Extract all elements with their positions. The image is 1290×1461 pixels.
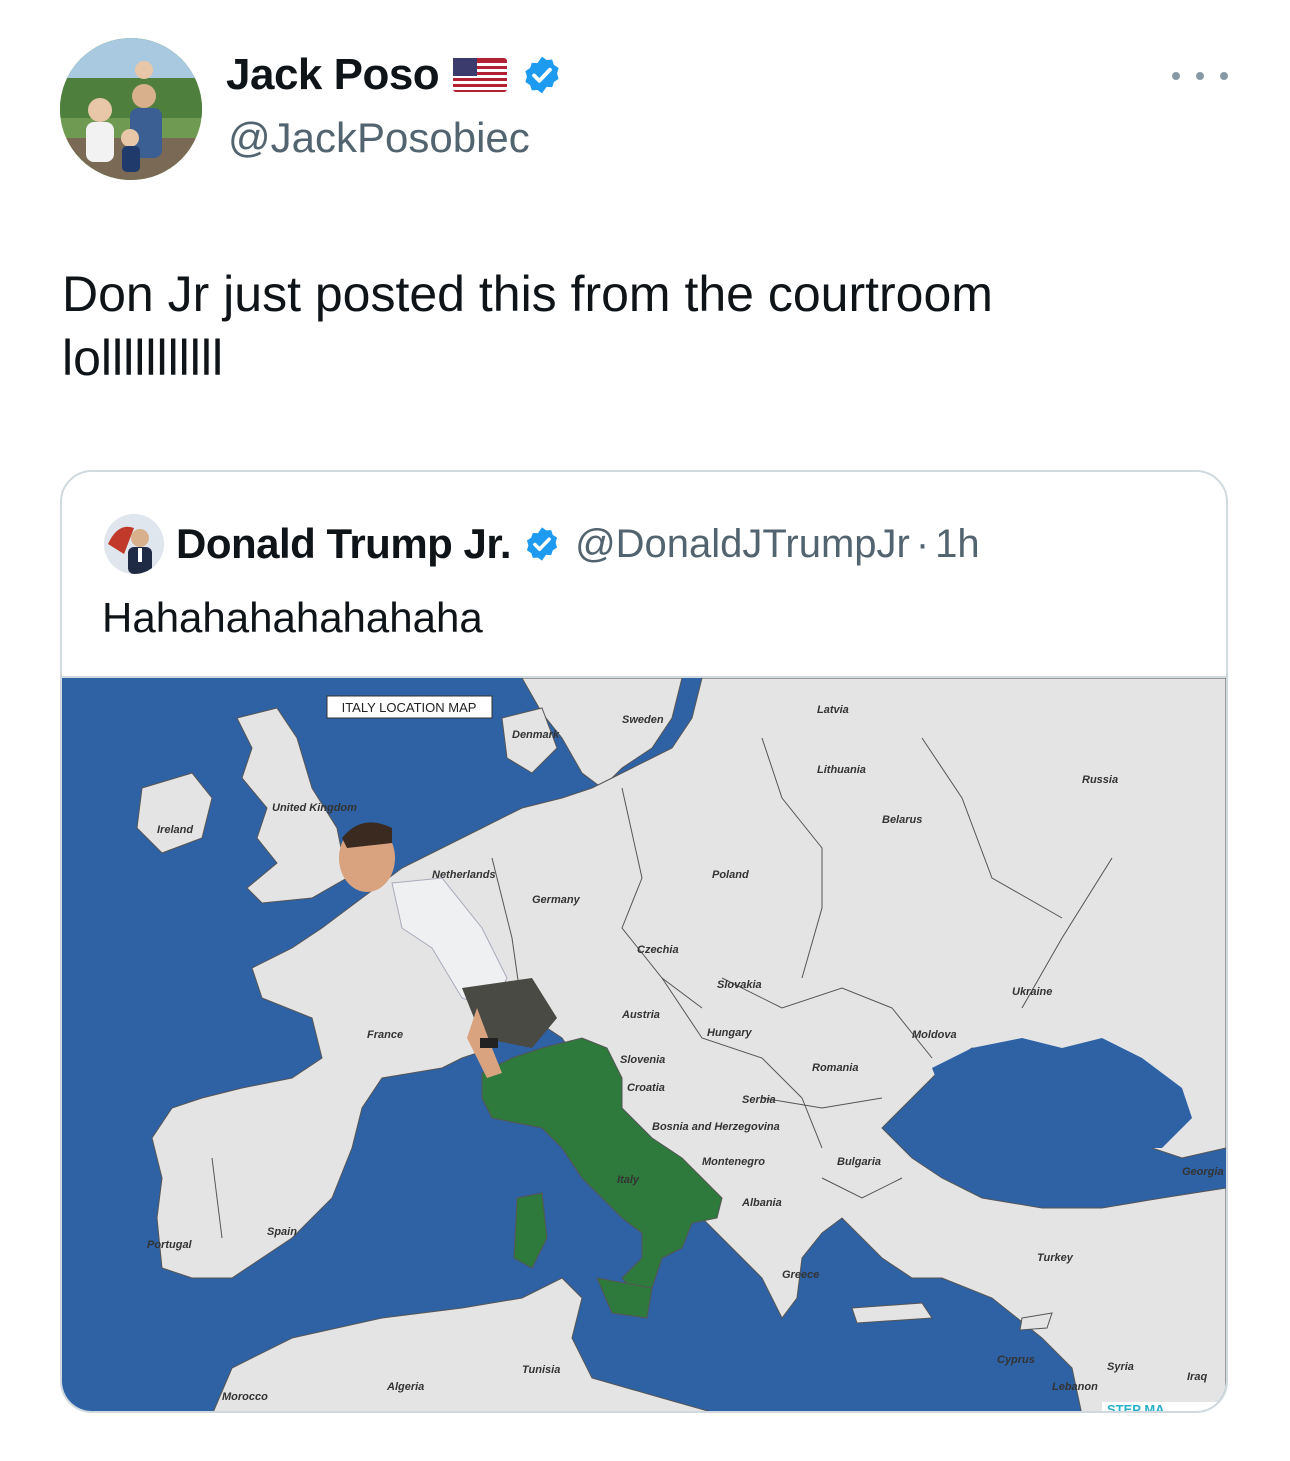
author-avatar-photo — [60, 38, 202, 180]
label-latvia: Latvia — [817, 704, 849, 716]
quoted-timestamp[interactable]: 1h — [935, 522, 980, 567]
label-ireland: Ireland — [157, 824, 193, 836]
label-bulgaria: Bulgaria — [837, 1156, 881, 1168]
quoted-tweet-text: Hahahahahahahaha — [102, 594, 483, 641]
label-ukraine: Ukraine — [1012, 986, 1052, 998]
label-slovakia: Slovakia — [717, 979, 762, 991]
label-poland: Poland — [712, 869, 749, 881]
us-flag-icon — [453, 58, 508, 92]
label-uk: United Kingdom — [272, 802, 357, 814]
author-handle[interactable]: @JackPosobiec — [228, 114, 530, 162]
author-avatar[interactable] — [60, 38, 202, 180]
verified-badge-icon — [525, 56, 559, 94]
more-dot — [1172, 72, 1180, 80]
label-albania: Albania — [741, 1197, 782, 1209]
label-montenegro: Montenegro — [702, 1156, 765, 1168]
more-icon[interactable] — [1172, 64, 1228, 88]
label-spain: Spain — [267, 1226, 297, 1238]
separator-dot: · — [915, 521, 930, 566]
quoted-author-name[interactable]: Donald Trump Jr. — [176, 520, 512, 568]
label-portugal: Portugal — [147, 1239, 193, 1251]
label-lebanon: Lebanon — [1052, 1381, 1098, 1393]
label-lithuania: Lithuania — [817, 764, 866, 776]
author-name[interactable]: Jack Poso — [226, 50, 440, 100]
label-morocco: Morocco — [222, 1391, 268, 1403]
more-dot — [1196, 72, 1204, 80]
label-croatia: Croatia — [627, 1082, 665, 1094]
label-sweden: Sweden — [622, 714, 664, 726]
label-france: France — [367, 1029, 403, 1041]
label-syria: Syria — [1107, 1361, 1134, 1373]
label-tunisia: Tunisia — [522, 1364, 560, 1376]
quoted-header: Donald Trump Jr. @DonaldJTrumpJr · 1h — [176, 516, 980, 572]
label-greece: Greece — [782, 1269, 819, 1281]
label-czechia: Czechia — [637, 944, 679, 956]
label-romania: Romania — [812, 1062, 858, 1074]
label-belarus: Belarus — [882, 814, 922, 826]
label-iraq: Iraq — [1187, 1371, 1207, 1383]
label-cyprus: Cyprus — [997, 1354, 1035, 1366]
map-watermark: STEP MA — [1107, 1402, 1165, 1413]
tweet-text: Don Jr just posted this from the courtro… — [62, 266, 993, 386]
italy-location-map: ITALY LOCATION MAP Ireland United Kingdo… — [62, 678, 1226, 1413]
map-title: ITALY LOCATION MAP — [342, 700, 477, 715]
label-austria: Austria — [621, 1009, 660, 1021]
label-serbia: Serbia — [742, 1094, 776, 1106]
label-italy: Italy — [617, 1174, 640, 1186]
label-turkey: Turkey — [1037, 1252, 1074, 1264]
label-russia: Russia — [1082, 774, 1118, 786]
quoted-tweet-card[interactable]: Donald Trump Jr. @DonaldJTrumpJr · 1h Ha… — [60, 470, 1228, 1413]
label-bosnia: Bosnia and Herzegovina — [652, 1121, 780, 1133]
quoted-media-map[interactable]: ITALY LOCATION MAP Ireland United Kingdo… — [62, 676, 1226, 1413]
label-georgia: Georgia — [1182, 1166, 1224, 1178]
label-denmark: Denmark — [512, 729, 560, 741]
label-germany: Germany — [532, 894, 581, 906]
label-slovenia: Slovenia — [620, 1054, 665, 1066]
quoted-author-avatar[interactable] — [104, 514, 164, 574]
author-name-row[interactable]: Jack Poso — [226, 50, 563, 100]
label-algeria: Algeria — [386, 1381, 424, 1393]
quoted-author-handle[interactable]: @DonaldJTrumpJr — [575, 522, 910, 567]
label-moldova: Moldova — [912, 1029, 957, 1041]
more-dot — [1220, 72, 1228, 80]
verified-badge-icon — [527, 527, 558, 561]
label-hungary: Hungary — [707, 1027, 753, 1039]
quoted-author-avatar-photo — [104, 514, 164, 574]
